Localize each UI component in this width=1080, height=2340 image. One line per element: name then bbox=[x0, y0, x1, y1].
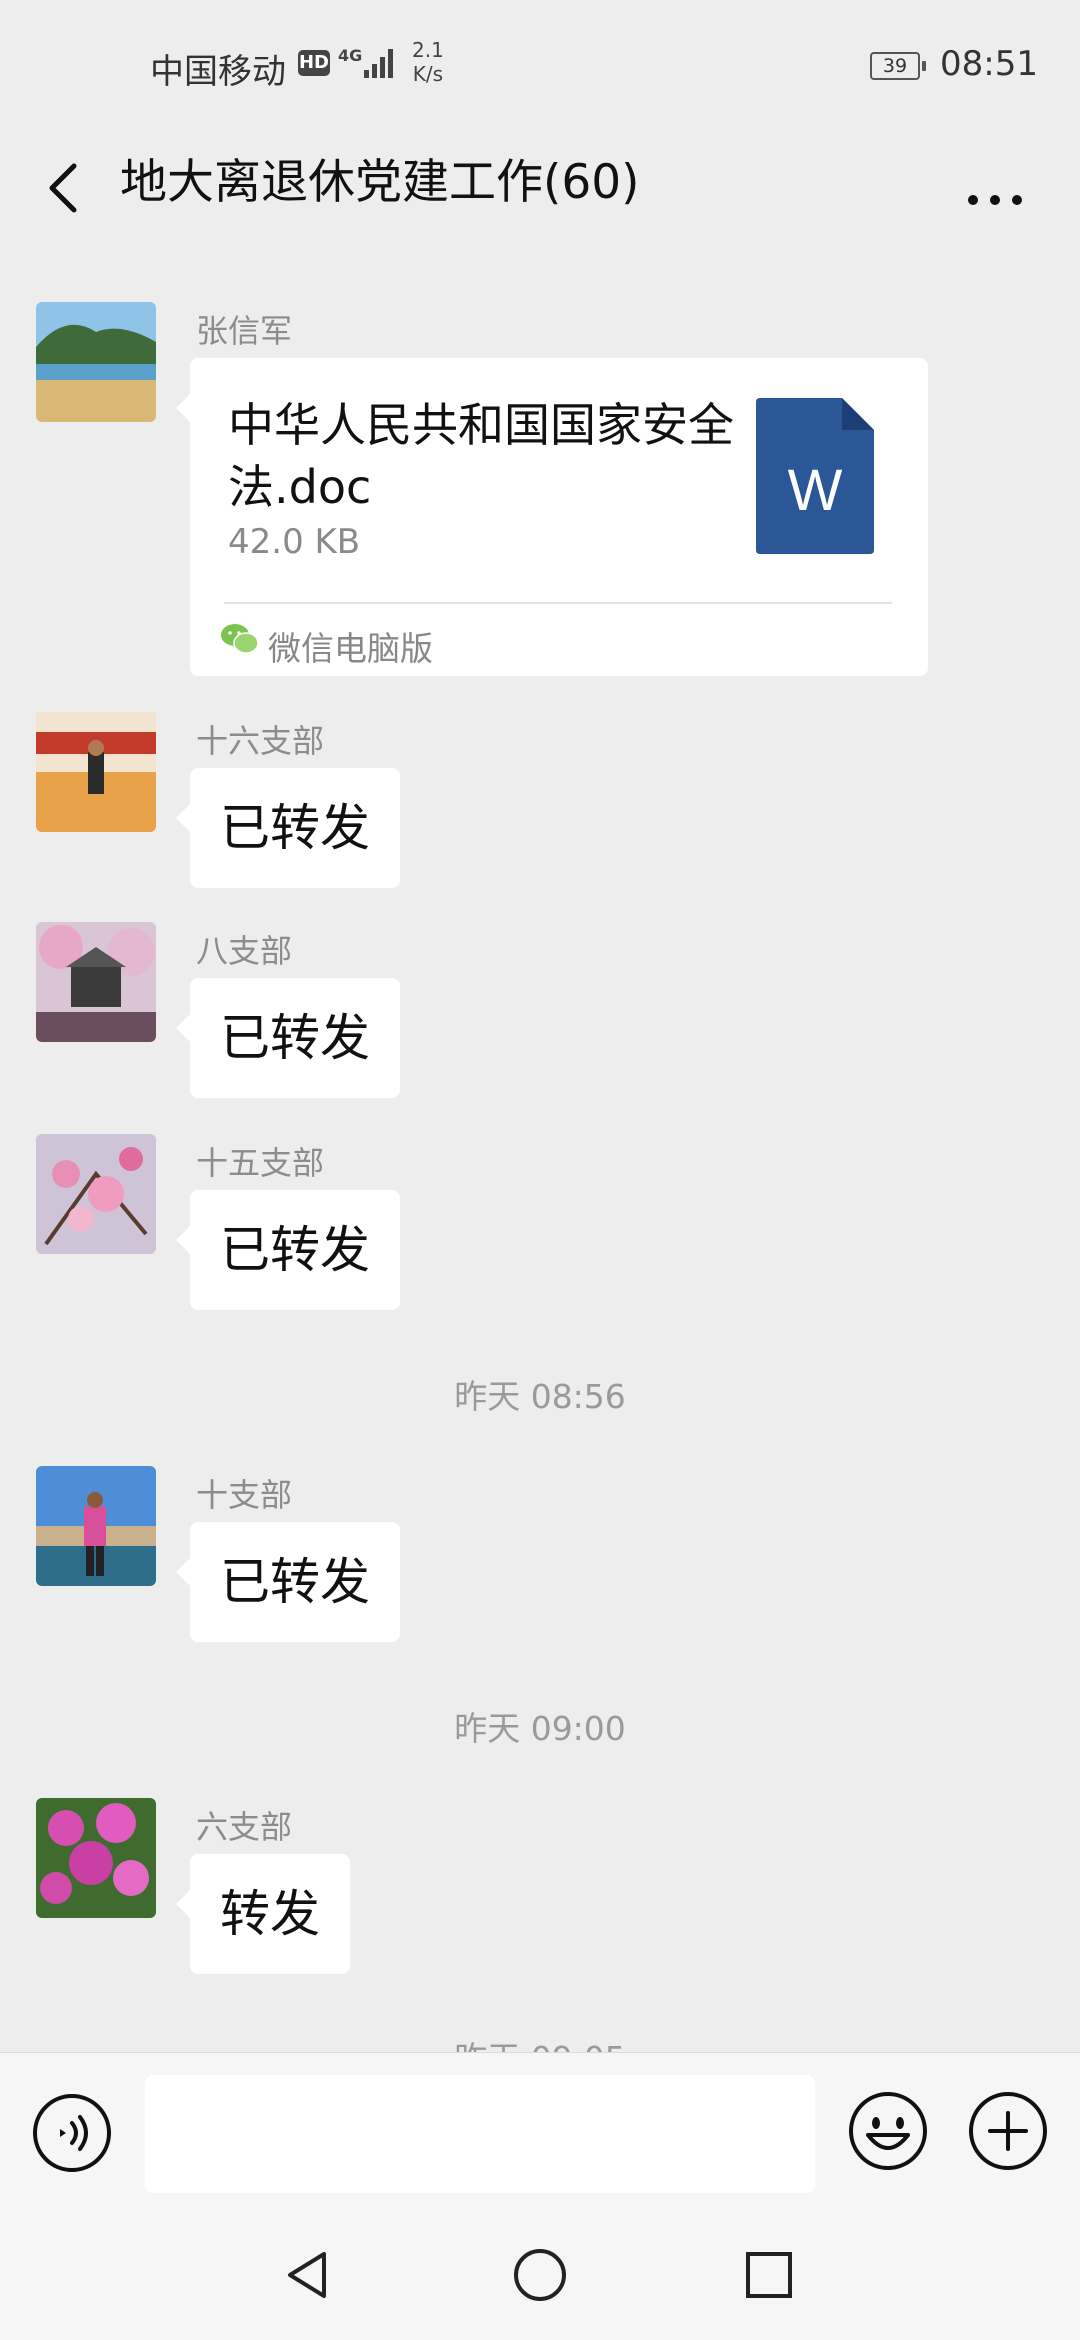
message-text: 已转发 bbox=[220, 1553, 370, 1611]
network-type: 4G bbox=[338, 46, 363, 65]
speed-unit: K/s bbox=[412, 62, 444, 86]
wechat-icon bbox=[221, 624, 259, 654]
avatar-image bbox=[36, 712, 156, 832]
avatar-sender-5[interactable] bbox=[36, 1466, 156, 1586]
nav-recents-icon[interactable] bbox=[736, 2242, 802, 2308]
message-text: 已转发 bbox=[220, 1221, 370, 1279]
sender-name: 张信军 bbox=[196, 312, 293, 350]
avatar-sender-3[interactable] bbox=[36, 922, 156, 1042]
avatar-sender-1[interactable] bbox=[36, 302, 156, 422]
emoji-icon[interactable] bbox=[846, 2089, 930, 2173]
status-bar: 中国移动 HD 4G 2.1 K/s 39 08:51 bbox=[0, 0, 1080, 130]
carrier-label: 中国移动 bbox=[150, 52, 286, 92]
chat-header: 地大离退休党建工作(60) bbox=[0, 130, 1080, 250]
avatar-image bbox=[36, 922, 156, 1042]
chat-title: 地大离退休党建工作(60) bbox=[120, 155, 640, 210]
avatar-image bbox=[36, 302, 156, 422]
nav-back-icon[interactable] bbox=[276, 2242, 342, 2308]
message-text: 转发 bbox=[220, 1885, 320, 1943]
sender-name: 十六支部 bbox=[196, 722, 325, 760]
word-document-icon: W bbox=[756, 398, 874, 554]
avatar-sender-2[interactable] bbox=[36, 712, 156, 832]
file-size: 42.0 KB bbox=[228, 522, 361, 562]
message-text: 已转发 bbox=[220, 1009, 370, 1067]
text-message-bubble[interactable]: 已转发 bbox=[176, 1190, 400, 1310]
card-divider bbox=[224, 602, 892, 604]
timestamp: 昨天 09:00 bbox=[454, 1709, 626, 1748]
text-message-bubble[interactable]: 转发 bbox=[176, 1854, 350, 1974]
input-bar bbox=[0, 2052, 1080, 2213]
avatar-image bbox=[36, 1134, 156, 1254]
signal-icon bbox=[364, 49, 393, 78]
sender-name: 八支部 bbox=[196, 932, 293, 970]
sender-name: 十支部 bbox=[196, 1476, 293, 1514]
file-source-label: 微信电脑版 bbox=[268, 629, 433, 668]
file-name: 中华人民共和国国家安全法.doc bbox=[228, 398, 734, 514]
file-message-card[interactable]: 中华人民共和国国家安全法.doc 42.0 KB W 微信电脑版 bbox=[176, 358, 928, 676]
sender-name: 十五支部 bbox=[196, 1144, 325, 1182]
message-input[interactable] bbox=[145, 2075, 815, 2193]
chevron-left-icon[interactable] bbox=[34, 152, 94, 222]
plus-icon[interactable] bbox=[966, 2089, 1050, 2173]
battery-indicator: 39 bbox=[870, 52, 926, 80]
message-text: 已转发 bbox=[220, 799, 370, 857]
text-message-bubble[interactable]: 已转发 bbox=[176, 978, 400, 1098]
avatar-image bbox=[36, 1798, 156, 1918]
sender-name: 六支部 bbox=[196, 1808, 293, 1846]
nav-home-icon[interactable] bbox=[507, 2242, 573, 2308]
avatar-image bbox=[36, 1466, 156, 1586]
status-time: 08:51 bbox=[940, 44, 1038, 84]
speed-value: 2.1 bbox=[412, 38, 444, 62]
text-message-bubble[interactable]: 已转发 bbox=[176, 1522, 400, 1642]
avatar-sender-6[interactable] bbox=[36, 1798, 156, 1918]
voice-icon[interactable] bbox=[30, 2091, 114, 2175]
avatar-sender-4[interactable] bbox=[36, 1134, 156, 1254]
text-message-bubble[interactable]: 已转发 bbox=[176, 768, 400, 888]
word-icon-letter: W bbox=[788, 458, 843, 523]
hd-badge: HD bbox=[298, 50, 330, 76]
network-speed: 2.1 K/s bbox=[412, 38, 444, 86]
timestamp: 昨天 08:56 bbox=[454, 1377, 626, 1416]
more-dots-icon[interactable] bbox=[960, 150, 1030, 220]
system-nav-bar bbox=[0, 2212, 1080, 2340]
